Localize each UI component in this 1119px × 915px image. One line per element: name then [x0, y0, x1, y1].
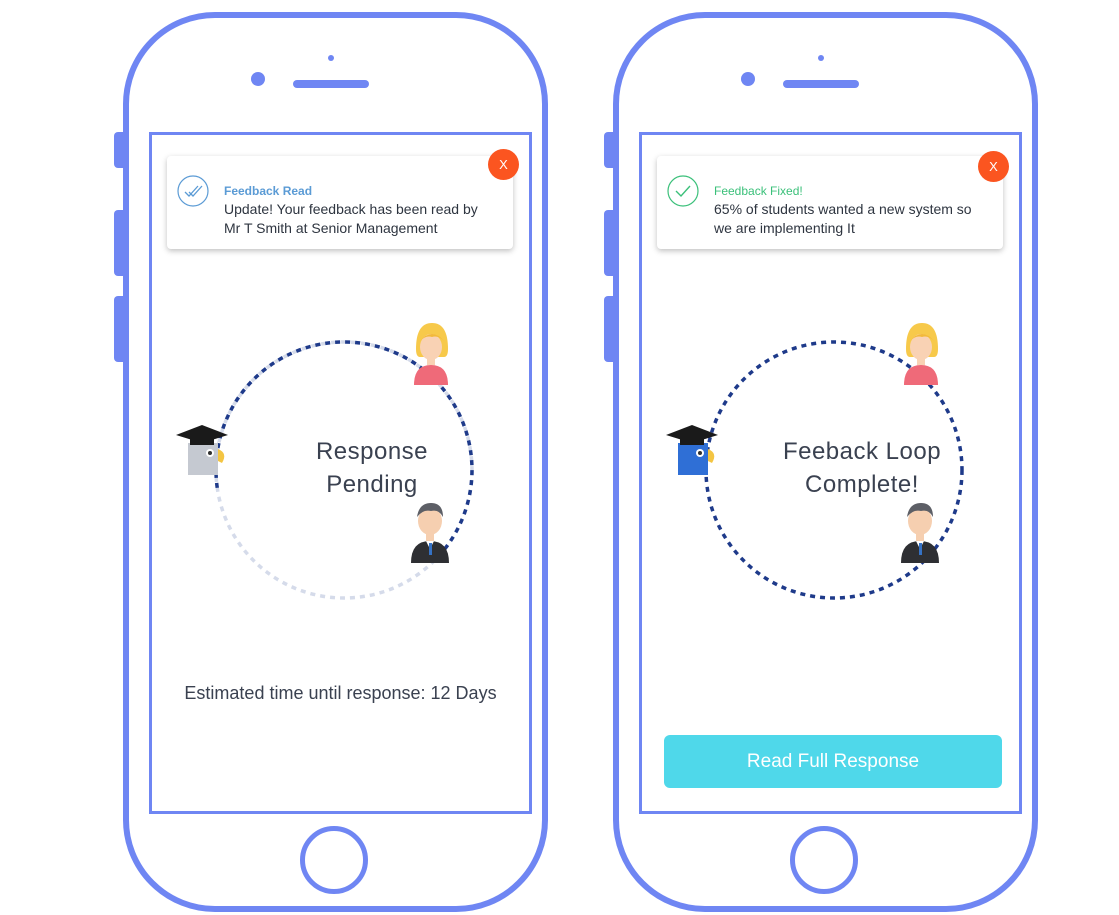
- estimated-time: Estimated time until response: 12 Days: [184, 683, 497, 703]
- check-icon: [667, 175, 699, 207]
- side-button: [114, 210, 124, 276]
- notification-card[interactable]: Feedback Fixed! 65% of students wanted a…: [657, 156, 1003, 249]
- loop-status: Feeback Loop Complete!: [767, 435, 957, 501]
- loop-status-line1: Response: [315, 438, 429, 465]
- sensor: [328, 55, 334, 61]
- screen: Feedback Fixed! 65% of students wanted a…: [639, 132, 1022, 814]
- close-button[interactable]: X: [488, 149, 519, 180]
- home-button[interactable]: [790, 826, 858, 894]
- front-camera: [251, 72, 265, 86]
- notification-card[interactable]: Feedback Read Update! Your feedback has …: [167, 156, 513, 249]
- phone-frame-left: Feedback Read Update! Your feedback has …: [114, 12, 548, 912]
- feedback-loop: Response Pending: [176, 323, 512, 615]
- staff-avatar-icon: [901, 503, 939, 563]
- close-button[interactable]: X: [978, 151, 1009, 182]
- sensor: [818, 55, 824, 61]
- student-avatar-icon: [904, 323, 938, 385]
- parrot-grad-icon: [176, 425, 228, 475]
- notification-title: Feedback Fixed!: [714, 184, 803, 198]
- speaker-grille: [293, 80, 369, 88]
- feedback-loop: Feeback Loop Complete!: [666, 323, 1002, 615]
- loop-status: Response Pending: [277, 435, 467, 501]
- parrot-grad-icon: [666, 425, 718, 475]
- home-button[interactable]: [300, 826, 368, 894]
- student-avatar-icon: [414, 323, 448, 385]
- front-camera: [741, 72, 755, 86]
- read-full-response-button[interactable]: Read Full Response: [664, 735, 1002, 788]
- notification-body: Update! Your feedback has been read by M…: [224, 201, 478, 236]
- side-button: [114, 296, 124, 362]
- loop-status-line1: Feeback Loop: [782, 438, 942, 465]
- side-button: [114, 132, 124, 168]
- side-button: [604, 210, 614, 276]
- notification-body: 65% of students wanted a new system so w…: [714, 201, 972, 236]
- screen: Feedback Read Update! Your feedback has …: [149, 132, 532, 814]
- double-check-icon: [177, 175, 209, 207]
- side-button: [604, 132, 614, 168]
- speaker-grille: [783, 80, 859, 88]
- side-button: [604, 296, 614, 362]
- notification-title: Feedback Read: [224, 184, 313, 198]
- phone-frame-right: Feedback Fixed! 65% of students wanted a…: [604, 12, 1038, 912]
- staff-avatar-icon: [411, 503, 449, 563]
